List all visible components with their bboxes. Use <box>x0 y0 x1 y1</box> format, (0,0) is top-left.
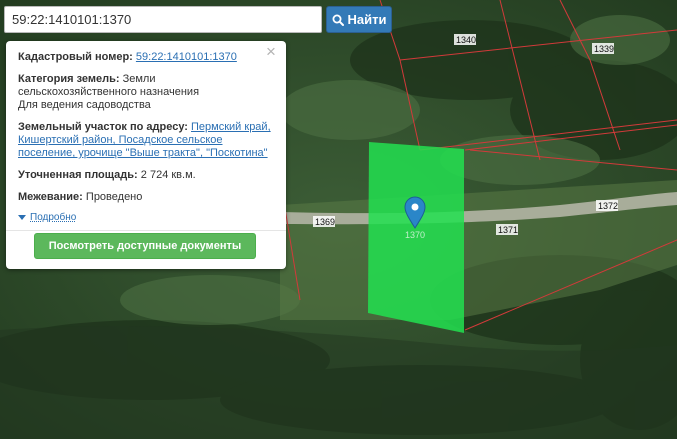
view-documents-button[interactable]: Посмотреть доступные документы <box>34 233 256 259</box>
search-input[interactable] <box>4 6 322 33</box>
area-label: Уточненная площадь: <box>18 169 138 181</box>
category-use: Для ведения садоводства <box>18 99 151 111</box>
details-label: Подробно <box>30 212 77 223</box>
category-label: Категория земель: <box>18 73 120 85</box>
parcel-label-1339: 1339 <box>594 44 614 54</box>
close-icon[interactable]: × <box>264 43 278 60</box>
search-icon <box>332 14 344 26</box>
parcel-info-popup: × Кадастровый номер: 59:22:1410101:1370 … <box>6 41 286 269</box>
cadastral-link[interactable]: 59:22:1410101:1370 <box>136 51 237 63</box>
address-row: Земельный участок по адресу: Пермский кр… <box>18 121 274 160</box>
survey-row: Межевание: Проведено <box>18 191 274 204</box>
parcel-label-1370: 1370 <box>405 230 425 240</box>
parcel-label-1371: 1371 <box>498 225 518 235</box>
details-toggle[interactable]: Подробно <box>18 211 274 224</box>
divider <box>6 230 286 231</box>
survey-value: Проведено <box>85 191 143 203</box>
parcel-label-1372: 1372 <box>598 201 618 211</box>
category-row: Категория земель: Земли сельскохозяйстве… <box>18 73 274 112</box>
search-button-label: Найти <box>347 12 387 27</box>
cadastral-row: Кадастровый номер: 59:22:1410101:1370 <box>18 51 274 64</box>
search-button[interactable]: Найти <box>326 6 392 33</box>
area-value: 2 724 кв.м. <box>140 169 196 181</box>
parcel-label-1340: 1340 <box>456 35 476 45</box>
address-label: Земельный участок по адресу: <box>18 121 188 133</box>
cadastral-label: Кадастровый номер: <box>18 51 133 63</box>
caret-down-icon <box>18 215 26 220</box>
area-row: Уточненная площадь: 2 724 кв.м. <box>18 169 274 182</box>
survey-label: Межевание: <box>18 191 83 203</box>
parcel-label-1369: 1369 <box>315 217 335 227</box>
